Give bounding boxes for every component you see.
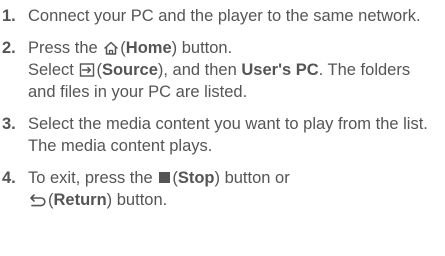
step-text: Press the (Home) button. Select (Source)… [28,37,440,103]
stop-icon [159,172,171,183]
users-pc-label: User's PC [241,61,319,79]
step-text: To exit, press the (Stop) button or (Ret… [28,167,440,211]
step-4: 4. To exit, press the (Stop) button or (… [0,167,440,211]
step-number: 1. [2,7,16,25]
home-label: Home [125,39,172,57]
return-label: Return [53,191,107,209]
step-number: 4. [2,169,16,187]
source-label: Source [101,61,158,79]
step-3: 3. Select the media content you want to … [0,113,440,157]
source-icon [79,62,95,78]
step-text: Select the media content you want to pla… [28,115,428,155]
return-paren-close: ) button. [106,191,168,209]
step-text: Connect your PC and the player to the sa… [28,7,421,25]
select-text: Select [28,61,74,79]
exit-text: To exit, press the [28,169,153,187]
step-number: 3. [2,115,16,133]
home-paren-close: ) button. [171,39,233,57]
home-icon [103,40,119,56]
return-icon [29,192,47,208]
source-paren-close: ), and then [157,61,237,79]
step-number: 2. [2,39,16,57]
step-1: 1. Connect your PC and the player to the… [0,5,440,27]
instruction-steps: 1. Connect your PC and the player to the… [0,5,440,211]
stop-label: Stop [177,169,215,187]
stop-paren-close: ) button or [214,169,290,187]
step-2: 2. Press the (Home) button. Select (Sour… [0,37,440,103]
press-text: Press the [28,39,98,57]
